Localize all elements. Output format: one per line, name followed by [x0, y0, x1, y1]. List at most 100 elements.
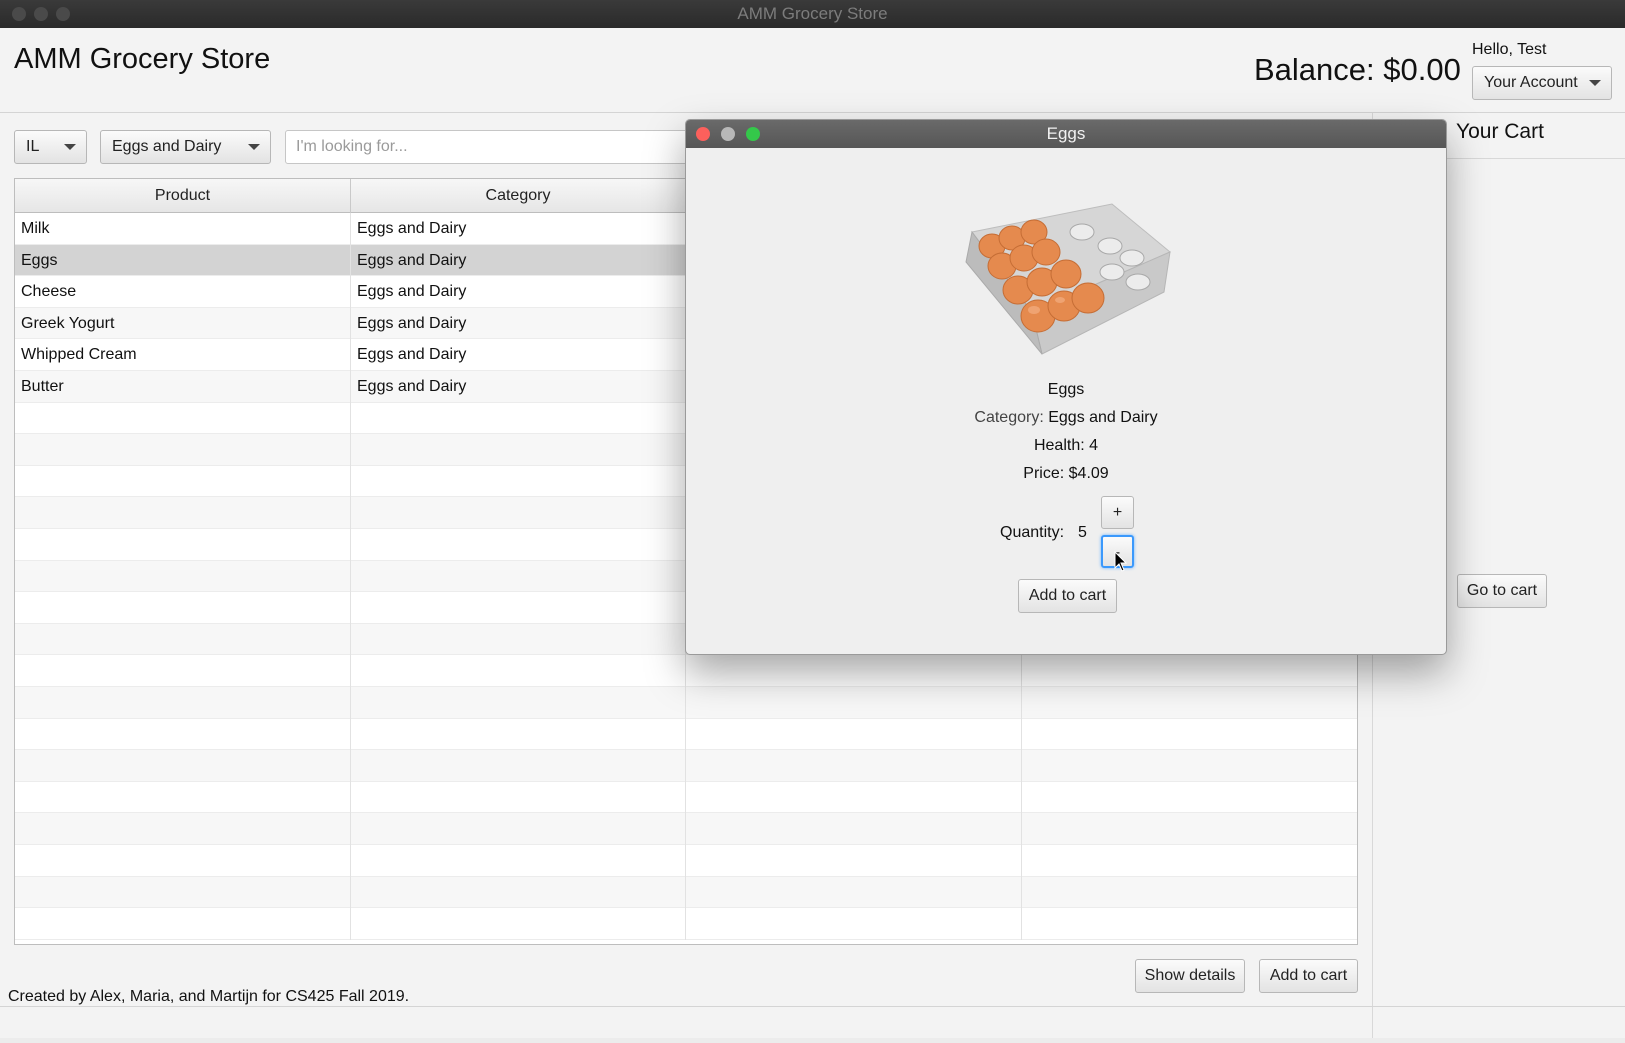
product-category: Category: Eggs and Dairy	[686, 409, 1446, 427]
category-cell	[351, 592, 686, 624]
table-row[interactable]	[15, 813, 1357, 845]
product-details-dialog: Eggs Eggs Category: Eggs and Dairy Healt…	[685, 119, 1447, 655]
product-cell	[15, 908, 351, 940]
window-minimize-icon[interactable]	[34, 7, 48, 21]
search-input[interactable]: I'm looking for...	[285, 130, 705, 164]
category-cell	[351, 718, 686, 751]
product-cell	[15, 434, 351, 466]
category-cell: Eggs and Dairy	[351, 371, 686, 403]
category-cell	[351, 655, 686, 687]
category-cell	[351, 876, 686, 909]
table-cell	[1022, 877, 1357, 909]
state-select[interactable]: IL	[14, 130, 87, 164]
category-label: Category:	[974, 409, 1044, 426]
go-to-cart-button[interactable]: Go to cart	[1457, 574, 1547, 608]
category-cell	[351, 560, 686, 593]
category-cell: Eggs and Dairy	[351, 244, 686, 277]
column-header-product[interactable]: Product	[15, 179, 351, 213]
product-cell: Butter	[15, 371, 351, 403]
quantity-increment-button[interactable]: +	[1101, 496, 1134, 529]
product-cell	[15, 845, 351, 877]
product-cell	[15, 687, 351, 719]
category-cell	[351, 623, 686, 656]
dialog-zoom-icon[interactable]	[746, 127, 760, 141]
category-cell	[351, 750, 686, 782]
window-title: AMM Grocery Store	[737, 4, 888, 23]
app-title: AMM Grocery Store	[14, 43, 271, 75]
show-details-button[interactable]: Show details	[1135, 959, 1245, 993]
table-cell	[686, 813, 1022, 845]
dialog-close-icon[interactable]	[696, 127, 710, 141]
balance-label: Balance: $0.00	[1254, 52, 1461, 87]
category-cell: Eggs and Dairy	[351, 307, 686, 340]
mouse-cursor-icon	[1114, 551, 1128, 572]
table-row[interactable]	[15, 908, 1357, 940]
table-row[interactable]	[15, 687, 1357, 719]
dialog-title: Eggs	[1046, 124, 1086, 143]
product-cell	[15, 876, 351, 909]
quantity-label: Quantity:	[1000, 524, 1065, 541]
product-health: Health: 4	[1033, 437, 1099, 454]
product-price: Price: $4.09	[1023, 465, 1109, 482]
product-cell	[15, 781, 351, 814]
your-account-button[interactable]: Your Account	[1472, 66, 1612, 100]
category-cell	[351, 402, 686, 435]
category-cell	[351, 687, 686, 719]
product-cell	[15, 813, 351, 845]
product-cell	[15, 497, 351, 529]
table-cell	[1022, 655, 1357, 687]
category-cell	[351, 529, 686, 561]
table-cell	[1022, 782, 1357, 814]
column-header-category[interactable]: Category	[351, 179, 686, 213]
table-cell	[686, 655, 1022, 687]
product-cell	[15, 465, 351, 498]
table-row[interactable]	[15, 718, 1357, 751]
chevron-down-icon	[64, 144, 76, 150]
table-cell	[1022, 845, 1357, 877]
product-cell	[15, 623, 351, 656]
category-cell	[351, 497, 686, 529]
product-cell	[15, 718, 351, 751]
window-close-icon[interactable]	[12, 7, 26, 21]
greeting: Hello, Test	[1472, 41, 1547, 58]
category-value: Eggs and Dairy	[1048, 409, 1158, 426]
eggs-carton-image	[965, 203, 1171, 355]
product-cell	[15, 402, 351, 435]
dialog-titlebar: Eggs	[686, 120, 1446, 148]
category-cell	[351, 781, 686, 814]
dialog-add-to-cart-button[interactable]: Add to cart	[1018, 579, 1117, 613]
product-cell: Greek Yogurt	[15, 307, 351, 340]
cart-title: Your Cart	[1456, 120, 1544, 143]
table-row[interactable]	[15, 750, 1357, 782]
table-cell	[686, 845, 1022, 877]
product-cell: Cheese	[15, 276, 351, 308]
product-cell	[15, 750, 351, 782]
header-divider	[0, 112, 1625, 113]
table-cell	[686, 908, 1022, 940]
table-row[interactable]	[15, 655, 1357, 687]
category-cell	[351, 845, 686, 877]
product-cell	[15, 560, 351, 593]
table-cell	[1022, 687, 1357, 719]
category-cell: Eggs and Dairy	[351, 276, 686, 308]
category-select-value: Eggs and Dairy	[112, 138, 222, 155]
category-cell	[351, 908, 686, 940]
quantity-value: 5	[1078, 524, 1087, 541]
product-cell	[15, 592, 351, 624]
table-row[interactable]	[15, 781, 1357, 814]
your-account-label: Your Account	[1484, 74, 1578, 91]
window-zoom-icon[interactable]	[56, 7, 70, 21]
table-cell	[686, 718, 1022, 751]
table-row[interactable]	[15, 876, 1357, 909]
category-select[interactable]: Eggs and Dairy	[100, 130, 271, 164]
add-to-cart-button[interactable]: Add to cart	[1259, 959, 1358, 993]
footer-credits: Created by Alex, Maria, and Martijn for …	[8, 988, 410, 1005]
table-row[interactable]	[15, 845, 1357, 877]
state-select-value: IL	[26, 138, 40, 155]
dialog-minimize-icon[interactable]	[721, 127, 735, 141]
category-cell: Eggs and Dairy	[351, 213, 686, 245]
category-cell	[351, 434, 686, 466]
product-cell: Eggs	[15, 244, 351, 277]
product-cell	[15, 529, 351, 561]
chevron-down-icon	[248, 144, 260, 150]
